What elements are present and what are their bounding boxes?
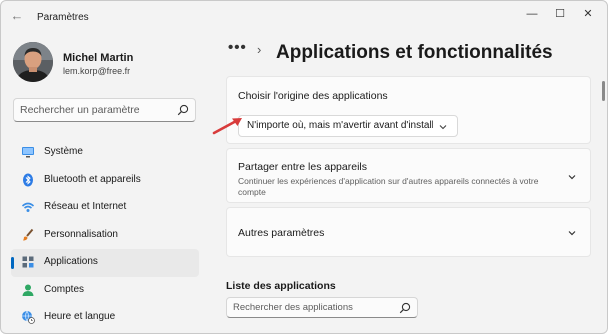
sidebar-item-reseau[interactable]: Réseau et Internet <box>11 194 199 222</box>
maximize-button[interactable]: ☐ <box>547 5 573 23</box>
sidebar-item-personnalisation[interactable]: Personnalisation <box>11 222 199 250</box>
sidebar-nav: Système Bluetooth et appareils Réseau et… <box>11 139 199 332</box>
chevron-down-icon[interactable] <box>566 171 578 183</box>
account-icon <box>22 284 34 296</box>
share-devices-description: Continuer les expériences d'application … <box>238 176 539 197</box>
wifi-icon <box>21 202 35 212</box>
app-origin-dropdown-value: N'importe où, mais m'avertir avant d'ins… <box>247 120 433 131</box>
vertical-scrollbar[interactable] <box>602 81 605 101</box>
search-icon[interactable] <box>399 302 411 314</box>
apps-search-input[interactable] <box>233 300 393 315</box>
close-button[interactable]: ✕ <box>575 5 601 23</box>
globe-clock-icon <box>22 310 35 324</box>
sidebar-item-label: Bluetooth et appareils <box>44 173 141 185</box>
active-indicator <box>11 257 14 269</box>
share-devices-title: Partager entre les appareils <box>238 161 367 173</box>
bluetooth-icon <box>23 173 33 186</box>
settings-window: ← Paramètres — ☐ ✕ Michel Martin lem.kor… <box>0 0 608 334</box>
sidebar-item-bluetooth[interactable]: Bluetooth et appareils <box>11 167 199 195</box>
app-origin-card: Choisir l'origine des applications N'imp… <box>226 76 591 144</box>
sidebar-item-comptes[interactable]: Comptes <box>11 277 199 305</box>
more-settings-card[interactable]: Autres paramètres <box>226 207 591 257</box>
more-settings-title: Autres paramètres <box>238 227 325 239</box>
app-origin-title: Choisir l'origine des applications <box>238 90 388 102</box>
settings-search-input[interactable] <box>20 102 170 118</box>
sidebar-item-systeme[interactable]: Système <box>11 139 199 167</box>
back-button[interactable]: ← <box>9 9 25 23</box>
breadcrumb-overflow-button[interactable]: ••• <box>228 39 247 56</box>
avatar[interactable] <box>13 42 53 82</box>
minimize-button[interactable]: — <box>519 5 545 23</box>
brush-icon <box>23 228 34 240</box>
apps-list-heading: Liste des applications <box>226 280 336 292</box>
user-name: Michel Martin <box>63 52 134 64</box>
chevron-down-icon[interactable] <box>566 227 578 239</box>
sidebar-item-label: Personnalisation <box>44 228 118 240</box>
sidebar-item-label: Comptes <box>44 283 85 295</box>
window-title: Paramètres <box>37 12 89 23</box>
user-photo-icon <box>13 42 53 82</box>
chevron-down-icon <box>439 125 447 130</box>
sidebar-item-applications[interactable]: Applications <box>11 249 199 277</box>
monitor-icon <box>22 147 34 158</box>
sidebar-item-label: Applications <box>44 256 98 267</box>
share-devices-card[interactable]: Partager entre les appareils Continuer l… <box>226 148 591 203</box>
annotation-arrow-icon <box>212 118 242 135</box>
apps-icon <box>22 256 34 268</box>
settings-search[interactable] <box>13 98 196 122</box>
breadcrumb-separator-icon: › <box>257 42 262 57</box>
sidebar-item-label: Réseau et Internet <box>44 201 127 212</box>
user-email: lem.korp@free.fr <box>63 66 131 76</box>
title-bar: ← Paramètres — ☐ ✕ <box>1 1 607 31</box>
search-icon[interactable] <box>177 104 189 116</box>
app-origin-dropdown[interactable]: N'importe où, mais m'avertir avant d'ins… <box>238 115 458 137</box>
apps-search[interactable] <box>226 297 418 318</box>
sidebar-item-heure-langue[interactable]: Heure et langue <box>11 304 199 332</box>
sidebar-item-label: Système <box>44 146 83 157</box>
page-title: Applications et fonctionnalités <box>276 42 553 63</box>
sidebar-item-label: Heure et langue <box>44 311 116 322</box>
